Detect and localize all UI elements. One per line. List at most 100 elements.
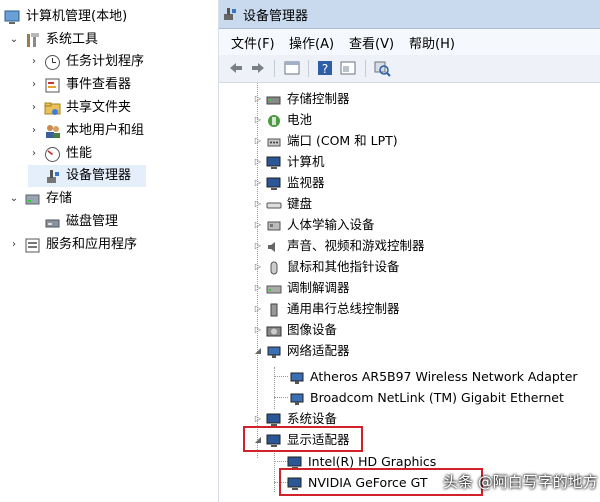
modem-icon: [266, 281, 282, 295]
chevron-right-icon[interactable]: ›: [28, 102, 40, 114]
hid-icon: [266, 218, 282, 232]
tree-item-disk-management[interactable]: 磁盘管理: [28, 211, 118, 233]
device-manager-window: 设备管理器 文件(F) 操作(A) 查看(V) 帮助(H) ? ▷ 存储控制器 …: [219, 0, 600, 502]
computer-management-icon: [4, 9, 21, 26]
back-arrow-icon[interactable]: [227, 59, 245, 77]
navigation-tree-pane: 计算机管理(本地) ⌄ 系统工具 › 任务计划程序 › 事件查看器 › 共享文件…: [0, 0, 219, 502]
storage-icon: [24, 191, 41, 208]
menu-bar: 文件(F) 操作(A) 查看(V) 帮助(H): [219, 29, 600, 55]
expand-arrow-icon[interactable]: ▷: [253, 151, 263, 172]
tree-item-services[interactable]: › 服务和应用程序: [8, 234, 137, 256]
device-category-storage-controllers[interactable]: ▷ 存储控制器: [253, 88, 350, 109]
usb-icon: [266, 302, 282, 316]
forward-arrow-icon[interactable]: [249, 59, 267, 77]
highlight-box-display-adapters: [243, 426, 363, 452]
tree-item-device-manager[interactable]: 设备管理器: [28, 165, 146, 187]
expand-arrow-icon[interactable]: ▷: [253, 172, 263, 193]
expand-arrow-icon[interactable]: ▷: [253, 214, 263, 235]
device-broadcom-ethernet[interactable]: Broadcom NetLink (TM) Gigabit Ethernet: [289, 387, 564, 408]
device-tree: ▷ 存储控制器 ▷ 电池 ▷ 端口 (COM 和 LPT) ▷ 计算机 ▷ 监视…: [219, 83, 600, 502]
watermark: 头条 @阿白写字的地方: [443, 473, 598, 491]
tree-item-label: 存储: [46, 191, 73, 206]
device-atheros-wireless[interactable]: Atheros AR5B97 Wireless Network Adapter: [289, 366, 578, 387]
device-category-usb[interactable]: ▷ 通用串行总线控制器: [253, 298, 400, 319]
chevron-right-icon[interactable]: ›: [8, 239, 20, 251]
tree-item-label: 服务和应用程序: [46, 237, 138, 252]
device-category-mice[interactable]: ▷ 鼠标和其他指针设备: [253, 256, 400, 277]
device-category-hid[interactable]: ▷ 人体学输入设备: [253, 214, 375, 235]
menu-view[interactable]: 查看(V): [349, 33, 394, 52]
console-tree-icon[interactable]: [283, 59, 301, 77]
system-device-icon: [266, 412, 282, 426]
device-manager-icon: [44, 168, 61, 185]
tree-item-label: 本地用户和组: [66, 123, 145, 138]
chevron-right-icon[interactable]: ›: [28, 79, 40, 91]
expand-arrow-icon[interactable]: ▷: [253, 256, 263, 277]
tree-item-label: 系统工具: [46, 32, 99, 47]
tree-item-performance[interactable]: › 性能: [28, 143, 92, 165]
tree-item-event-viewer[interactable]: › 事件查看器: [28, 74, 131, 96]
chevron-down-icon[interactable]: ⌄: [8, 34, 20, 46]
tree-item-label: 设备管理器: [66, 168, 132, 183]
properties-icon[interactable]: [339, 59, 357, 77]
battery-icon: [266, 113, 282, 127]
storage-controller-icon: [266, 92, 282, 106]
expand-arrow-icon[interactable]: ▷: [253, 109, 263, 130]
menu-file[interactable]: 文件(F): [231, 33, 275, 52]
tree-item-storage[interactable]: ⌄ 存储: [8, 188, 72, 210]
chevron-right-icon[interactable]: ›: [28, 148, 40, 160]
expand-arrow-icon[interactable]: ▷: [253, 277, 263, 298]
expand-arrow-icon[interactable]: ▷: [253, 235, 263, 256]
expand-arrow-icon[interactable]: ▷: [253, 319, 263, 340]
tree-item-shared-folders[interactable]: › 共享文件夹: [28, 97, 131, 119]
speaker-icon: [266, 239, 282, 253]
tree-item-task-scheduler[interactable]: › 任务计划程序: [28, 51, 144, 73]
network-adapter-icon: [289, 391, 305, 405]
computer-icon: [266, 155, 282, 169]
toolbar: ?: [219, 55, 600, 83]
device-category-sound[interactable]: ▷ 声音、视频和游戏控制器: [253, 235, 425, 256]
clock-icon: [44, 54, 61, 71]
device-category-keyboards[interactable]: ▷ 键盘: [253, 193, 312, 214]
expand-arrow-icon[interactable]: ▷: [253, 193, 263, 214]
tree-item-local-users[interactable]: › 本地用户和组: [28, 120, 144, 142]
menu-help[interactable]: 帮助(H): [409, 33, 455, 52]
tree-item-label: 性能: [66, 146, 93, 161]
tools-icon: [24, 32, 41, 49]
expand-arrow-icon[interactable]: ▷: [253, 298, 263, 319]
chevron-down-icon[interactable]: ⌄: [8, 193, 20, 205]
chevron-right-icon[interactable]: ›: [28, 56, 40, 68]
network-adapter-icon: [289, 370, 305, 384]
event-viewer-icon: [44, 77, 61, 94]
tree-item-system-tools[interactable]: ⌄ 系统工具: [8, 29, 98, 51]
device-category-modems[interactable]: ▷ 调制解调器: [253, 277, 350, 298]
expand-arrow-icon[interactable]: ▷: [253, 130, 263, 151]
disk-icon: [44, 214, 61, 231]
device-category-imaging[interactable]: ▷ 图像设备: [253, 319, 337, 340]
device-category-network-adapters[interactable]: ◢ 网络适配器: [253, 340, 350, 361]
mouse-icon: [266, 260, 282, 274]
window-title: 设备管理器: [243, 9, 309, 24]
chevron-right-icon[interactable]: ›: [28, 125, 40, 137]
expand-arrow-icon[interactable]: ▷: [253, 88, 263, 109]
menu-action[interactable]: 操作(A): [289, 33, 334, 52]
device-category-ports[interactable]: ▷ 端口 (COM 和 LPT): [253, 130, 398, 151]
tree-item-label: 磁盘管理: [66, 214, 119, 229]
keyboard-icon: [266, 197, 282, 211]
scan-hardware-icon[interactable]: [373, 59, 391, 77]
network-adapter-icon: [266, 344, 282, 358]
title-bar[interactable]: 设备管理器: [219, 0, 600, 29]
tree-item-root[interactable]: 计算机管理(本地): [4, 6, 127, 28]
services-icon: [24, 237, 41, 254]
tree-item-label: 任务计划程序: [66, 54, 145, 69]
camera-icon: [266, 323, 282, 337]
help-icon[interactable]: ?: [316, 59, 334, 77]
device-category-battery[interactable]: ▷ 电池: [253, 109, 312, 130]
device-category-monitors[interactable]: ▷ 监视器: [253, 172, 325, 193]
tree-item-label: 计算机管理(本地): [26, 9, 128, 24]
tree-item-label: 共享文件夹: [66, 100, 132, 115]
performance-gauge-icon: [44, 146, 61, 163]
collapse-arrow-icon[interactable]: ◢: [253, 340, 263, 361]
device-category-computer[interactable]: ▷ 计算机: [253, 151, 325, 172]
device-manager-icon: [222, 6, 238, 22]
